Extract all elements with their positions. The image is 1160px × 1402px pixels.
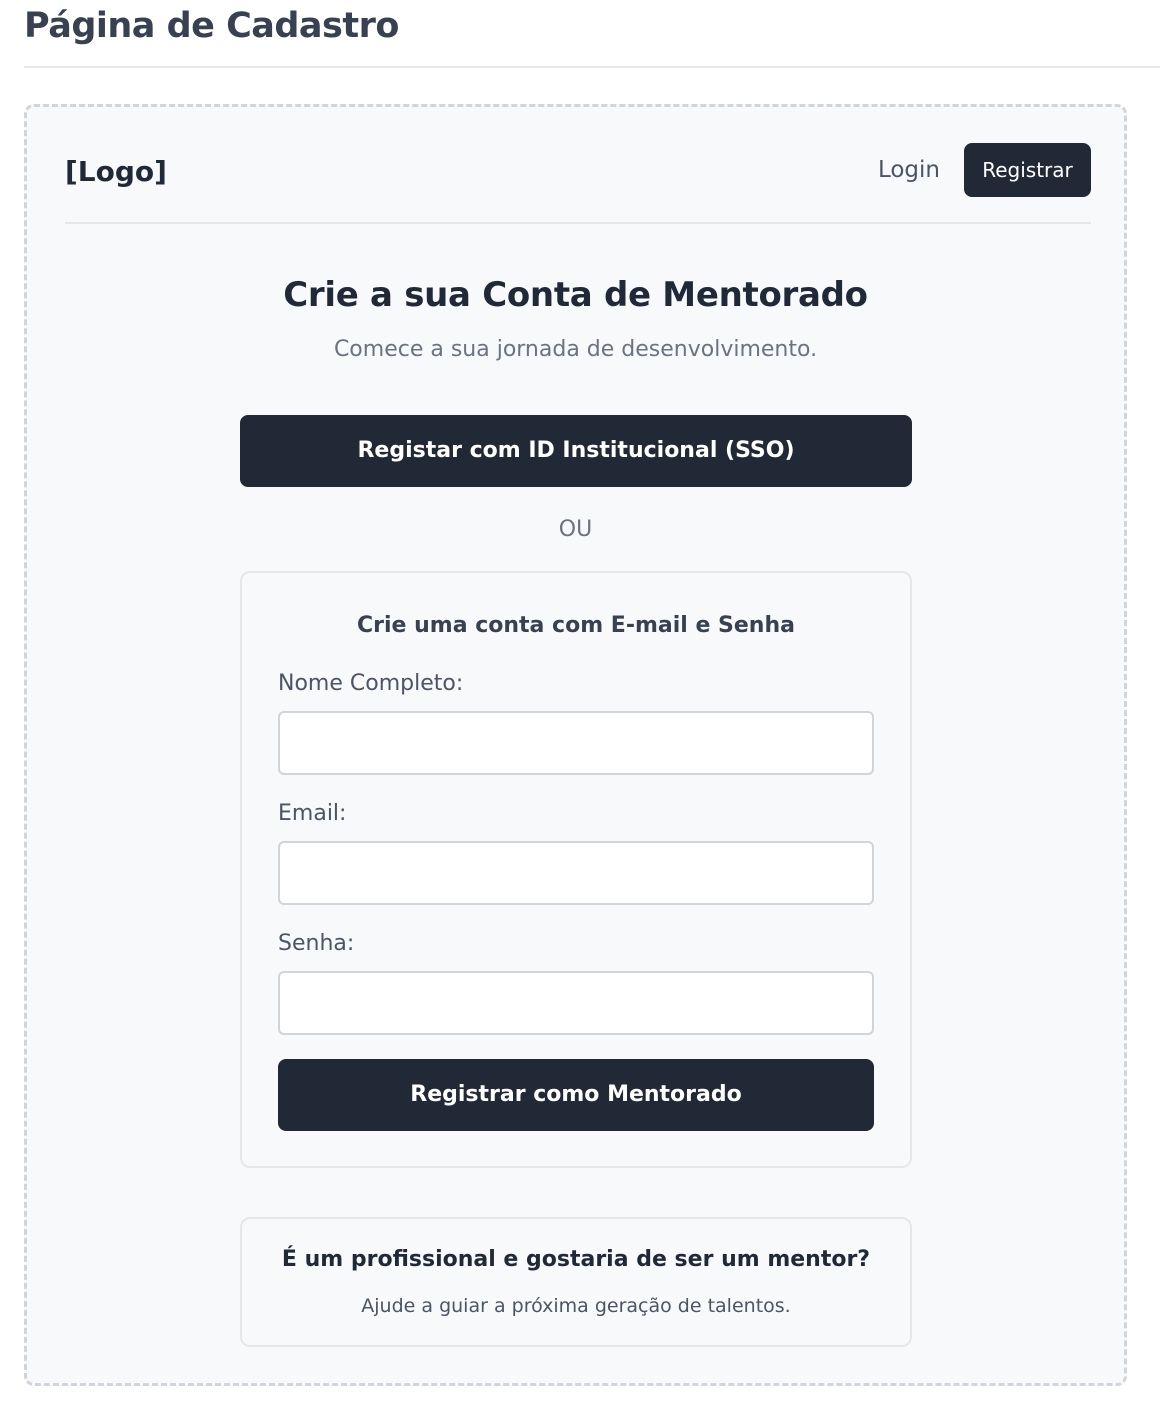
mentor-card-title: É um profissional e gostaria de ser um m… bbox=[281, 1247, 871, 1272]
title-divider bbox=[24, 66, 1160, 68]
mentor-card-subtitle: Ajude a guiar a próxima geração de talen… bbox=[361, 1295, 791, 1317]
signup-frame: [Logo] Login Registrar Crie a sua Conta … bbox=[24, 104, 1127, 1386]
email-signup-form: Crie uma conta com E-mail e Senha Nome C… bbox=[240, 571, 912, 1168]
name-label: Nome Completo: bbox=[278, 671, 464, 696]
or-divider: OU bbox=[558, 517, 593, 542]
register-mentee-button[interactable]: Registrar como Mentorado bbox=[278, 1059, 874, 1131]
nav-register-button[interactable]: Registrar bbox=[964, 143, 1091, 197]
sso-register-button[interactable]: Registar com ID Institucional (SSO) bbox=[240, 415, 912, 487]
email-label: Email: bbox=[278, 801, 347, 826]
form-title: Crie uma conta com E-mail e Senha bbox=[357, 613, 795, 638]
logo: [Logo] bbox=[65, 155, 167, 188]
top-nav: [Logo] Login Registrar bbox=[65, 143, 1091, 199]
signup-heading: Crie a sua Conta de Mentorado bbox=[283, 275, 868, 315]
page-title: Página de Cadastro bbox=[24, 6, 399, 46]
email-input[interactable] bbox=[278, 841, 874, 905]
password-input[interactable] bbox=[278, 971, 874, 1035]
signup-subheading: Comece a sua jornada de desenvolvimento. bbox=[333, 337, 818, 362]
password-label: Senha: bbox=[278, 931, 355, 956]
name-input[interactable] bbox=[278, 711, 874, 775]
become-mentor-card[interactable]: É um profissional e gostaria de ser um m… bbox=[240, 1217, 912, 1347]
nav-divider bbox=[65, 222, 1091, 224]
page: Página de Cadastro [Logo] Login Registra… bbox=[0, 0, 1160, 1402]
nav-login-link[interactable]: Login bbox=[878, 157, 940, 183]
